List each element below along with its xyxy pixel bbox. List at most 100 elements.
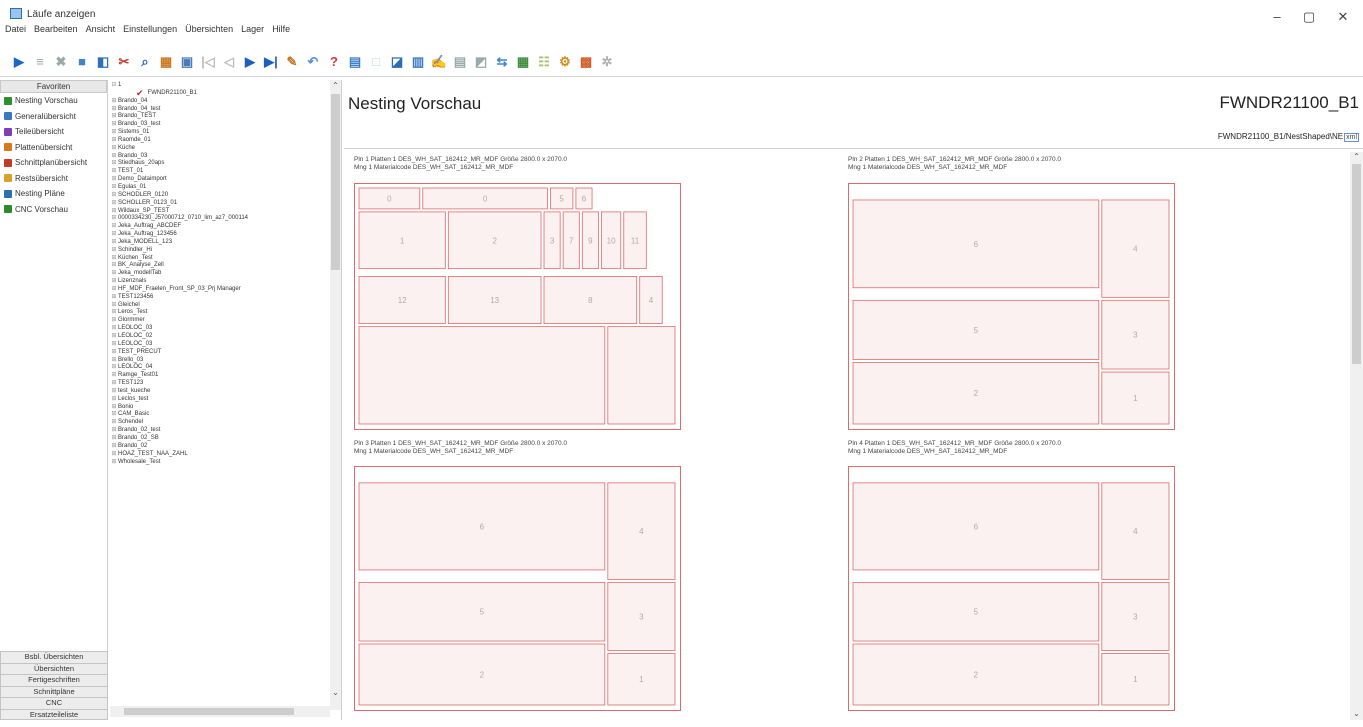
tree-item[interactable]: ⊞ Ramge_Test01 [110, 372, 330, 380]
save-icon[interactable]: ▤ [451, 53, 469, 71]
tree-item[interactable]: ⊞ Jeka_Auftrag_ABCDEF [110, 223, 330, 231]
filter-icon[interactable]: ▦ [157, 53, 175, 71]
expand-icon[interactable]: ⊞ [110, 176, 118, 184]
expand-icon[interactable]: ⊞ [110, 200, 118, 208]
expand-icon[interactable]: ⊞ [110, 427, 118, 435]
tree-item[interactable]: ⊞ Demo_Dataimport [110, 176, 330, 184]
section-button-1[interactable]: Übersichten [0, 662, 108, 674]
next-icon[interactable]: ▶ [241, 53, 259, 71]
tree-item[interactable]: ⊞ Jeka_Auftrag_123456 [110, 231, 330, 239]
scroll-thumb[interactable] [1352, 164, 1361, 364]
expand-icon[interactable]: ⊞ [110, 372, 118, 380]
tree-item[interactable]: ⊞ Schindler_Hi [110, 247, 330, 255]
tree-item[interactable]: ⊞ SCHOLLER_0123_01 [110, 200, 330, 208]
tree-item[interactable]: ⊞ Lizenznals [110, 278, 330, 286]
help-icon[interactable]: ? [325, 53, 343, 71]
last-icon[interactable]: ▶| [262, 53, 280, 71]
tree-item[interactable]: ⊞ Egulas_01 [110, 184, 330, 192]
nesting-plate[interactable]: 0 0 5 6 1 2 3 7 9 10 11 12 13 8 4 [354, 183, 681, 430]
nesting-plate[interactable]: 6 4 5 3 2 1 [354, 466, 681, 711]
expand-icon[interactable]: ⊞ [110, 341, 118, 349]
prev-icon[interactable]: ◁ [220, 53, 238, 71]
expand-icon[interactable]: ⊞ [110, 270, 118, 278]
minimize-button[interactable]: – [1262, 8, 1292, 26]
tree-item-selected[interactable]: ✔ FWNDR21100_B1 [110, 88, 330, 98]
report-icon[interactable]: ▥ [409, 53, 427, 71]
stack-icon[interactable]: ▩ [577, 53, 595, 71]
tree-item[interactable]: ⊞ Brando_02 [110, 443, 330, 451]
expand-icon[interactable]: ⊞ [110, 459, 118, 467]
expand-icon[interactable]: ⊞ [110, 302, 118, 310]
scroll-down-icon[interactable]: ⌄ [330, 688, 341, 697]
expand-icon[interactable]: ⊞ [110, 192, 118, 200]
expand-icon[interactable]: ⊞ [110, 255, 118, 263]
search-icon[interactable]: ⌕ [136, 53, 154, 71]
expand-icon[interactable]: ⊞ [110, 106, 118, 114]
nav-item-2[interactable]: Teileübersicht [0, 124, 107, 140]
tree-item[interactable]: ⊞ Brando_TEST [110, 113, 330, 121]
copy-icon[interactable]: ■ [73, 53, 91, 71]
nav-item-5[interactable]: Restsübersicht [0, 171, 107, 187]
nav-item-4[interactable]: Schnittplanübersicht [0, 155, 107, 171]
menu-item-3[interactable]: Einstellungen [120, 24, 180, 34]
expand-icon[interactable]: ⊞ [110, 396, 118, 404]
expand-icon[interactable]: ⊞ [110, 137, 118, 145]
expand-icon[interactable]: ⊞ [110, 247, 118, 255]
nesting-plate[interactable]: 6 4 5 3 2 1 [848, 466, 1175, 711]
expand-icon[interactable]: ⊞ [110, 388, 118, 396]
expand-icon[interactable]: ⊞ [110, 215, 118, 223]
section-button-3[interactable]: Schnittpläne [0, 685, 108, 697]
expand-icon[interactable]: ⊞ [110, 98, 118, 106]
tree-item[interactable]: ⊞ LEOLOC_03 [110, 325, 330, 333]
scroll-down-icon[interactable]: ⌄ [1350, 709, 1363, 718]
expand-icon[interactable]: ⊞ [110, 145, 118, 153]
tree-item[interactable]: ⊞ SCHODLER_0120 [110, 192, 330, 200]
optimize-icon[interactable]: ☷ [535, 53, 553, 71]
nesting-plate[interactable]: 6 4 5 3 2 1 [848, 183, 1175, 430]
tree-item[interactable]: ⊞ Leros_Test [110, 309, 330, 317]
menu-item-6[interactable]: Hilfe [269, 24, 293, 34]
expand-icon[interactable]: ⊞ [110, 349, 118, 357]
tree-item[interactable]: ⊞ Sistems_01 [110, 129, 330, 137]
expand-icon[interactable]: ⊞ [110, 411, 118, 419]
expand-icon[interactable]: ⊞ [110, 208, 118, 216]
expand-icon[interactable]: ⊞ [110, 443, 118, 451]
preview-vertical-scrollbar[interactable]: ⌃ ⌄ [1350, 152, 1363, 720]
scroll-up-icon[interactable]: ⌃ [330, 81, 341, 90]
expand-icon[interactable]: ⊞ [110, 239, 118, 247]
maximize-button[interactable]: ▢ [1294, 8, 1324, 26]
expand-icon[interactable]: ⊞ [110, 168, 118, 176]
tree-item[interactable]: ⊞ Bonio [110, 404, 330, 412]
expand-icon[interactable]: ⊞ [110, 160, 118, 168]
tree-item[interactable]: ⊞ BK_Analyse_Zell [110, 262, 330, 270]
scroll-thumb[interactable] [331, 94, 340, 270]
menu-item-1[interactable]: Bearbeiten [31, 24, 81, 34]
expand-icon[interactable]: ⊞ [110, 333, 118, 341]
tree-item[interactable]: ⊞ Brando_04 [110, 98, 330, 106]
expand-icon[interactable]: ⊞ [110, 380, 118, 388]
tree-item[interactable]: ⊞ TEST_01 [110, 168, 330, 176]
nested-part[interactable] [358, 326, 606, 425]
tree-item[interactable]: ⊞ Glormmer [110, 317, 330, 325]
tree-item[interactable]: ⊞ Jeka_modellTab [110, 270, 330, 278]
nesting-icon[interactable]: ◪ [388, 53, 406, 71]
tree-vertical-scrollbar[interactable]: ⌃ ⌄ [330, 80, 341, 710]
tree-item[interactable]: ⊞ Küche [110, 145, 330, 153]
nav-item-6[interactable]: Nesting Pläne [0, 186, 107, 202]
tree-item[interactable]: ⊞ TEST123 [110, 380, 330, 388]
scroll-up-icon[interactable]: ⌃ [1350, 152, 1363, 161]
tree-item[interactable]: ⊞ Wholesale_Test [110, 459, 330, 467]
tree-item[interactable]: ⊞ Schendel [110, 419, 330, 427]
menu-item-0[interactable]: Datei [2, 24, 29, 34]
expand-icon[interactable]: ⊞ [110, 364, 118, 372]
expand-icon[interactable]: ⊞ [110, 231, 118, 239]
tree-horizontal-scrollbar[interactable] [110, 706, 330, 717]
expand-icon[interactable]: ⊞ [110, 451, 118, 459]
tree-item[interactable]: ⊞ HF_MDF_Fraelen_Front_SP_03_Prj Manager [110, 286, 330, 294]
nav-item-1[interactable]: Generalübersicht [0, 109, 107, 125]
print-icon[interactable]: ▣ [178, 53, 196, 71]
expand-icon[interactable]: ⊞ [110, 121, 118, 129]
expand-icon[interactable]: ⊞ [110, 294, 118, 302]
tree-item[interactable]: ⊞ LEOLOC_04 [110, 364, 330, 372]
expand-icon[interactable]: ⊞ [110, 113, 118, 121]
